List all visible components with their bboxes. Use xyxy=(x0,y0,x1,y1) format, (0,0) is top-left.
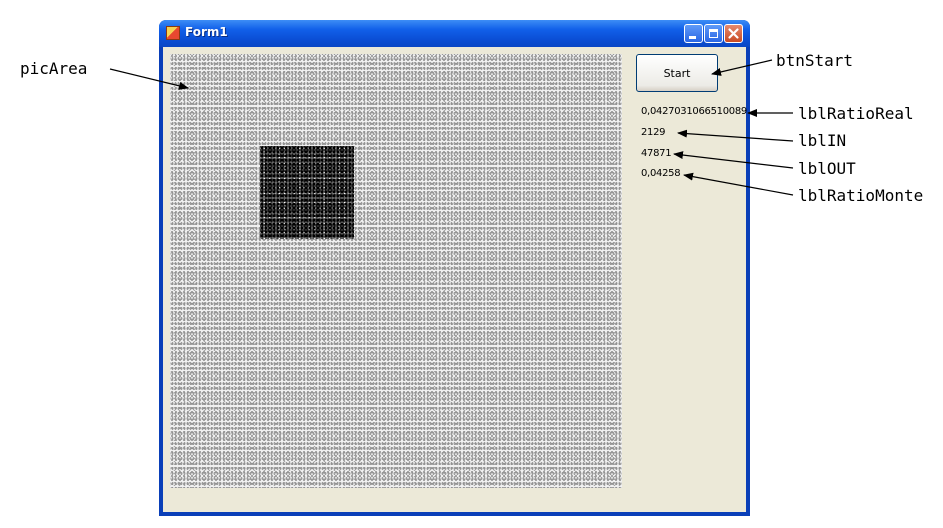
annotation-picarea: picArea xyxy=(20,59,88,78)
ratio-monte-label: 0,04258 xyxy=(641,168,681,179)
annotation-lblout: lblOUT xyxy=(798,159,856,178)
form1-window: Form1 Start 0,0427031066510089 2129 4787… xyxy=(159,20,750,516)
maximize-icon xyxy=(709,29,718,38)
annotation-lblratiomonte: lblRatioMonte xyxy=(798,186,924,205)
ratio-real-label: 0,0427031066510089 xyxy=(641,106,747,117)
start-button[interactable]: Start xyxy=(636,54,718,92)
annotation-btnstart: btnStart xyxy=(776,51,854,70)
annotation-lblratioreal: lblRatioReal xyxy=(798,104,914,123)
minimize-button[interactable] xyxy=(684,24,703,43)
out-count-label: 47871 xyxy=(641,148,672,159)
maximize-button[interactable] xyxy=(704,24,723,43)
target-square xyxy=(260,146,354,239)
title-bar[interactable]: Form1 xyxy=(159,20,750,47)
close-button[interactable] xyxy=(724,24,743,43)
in-count-label: 2129 xyxy=(641,127,666,138)
minimize-icon xyxy=(689,36,696,39)
close-icon xyxy=(728,28,739,39)
window-title: Form1 xyxy=(185,25,228,39)
form-client-area: Start 0,0427031066510089 2129 47871 0,04… xyxy=(163,47,747,512)
annotation-lblin: lblIN xyxy=(798,131,847,150)
app-icon xyxy=(166,26,180,40)
pic-area[interactable] xyxy=(170,54,622,488)
